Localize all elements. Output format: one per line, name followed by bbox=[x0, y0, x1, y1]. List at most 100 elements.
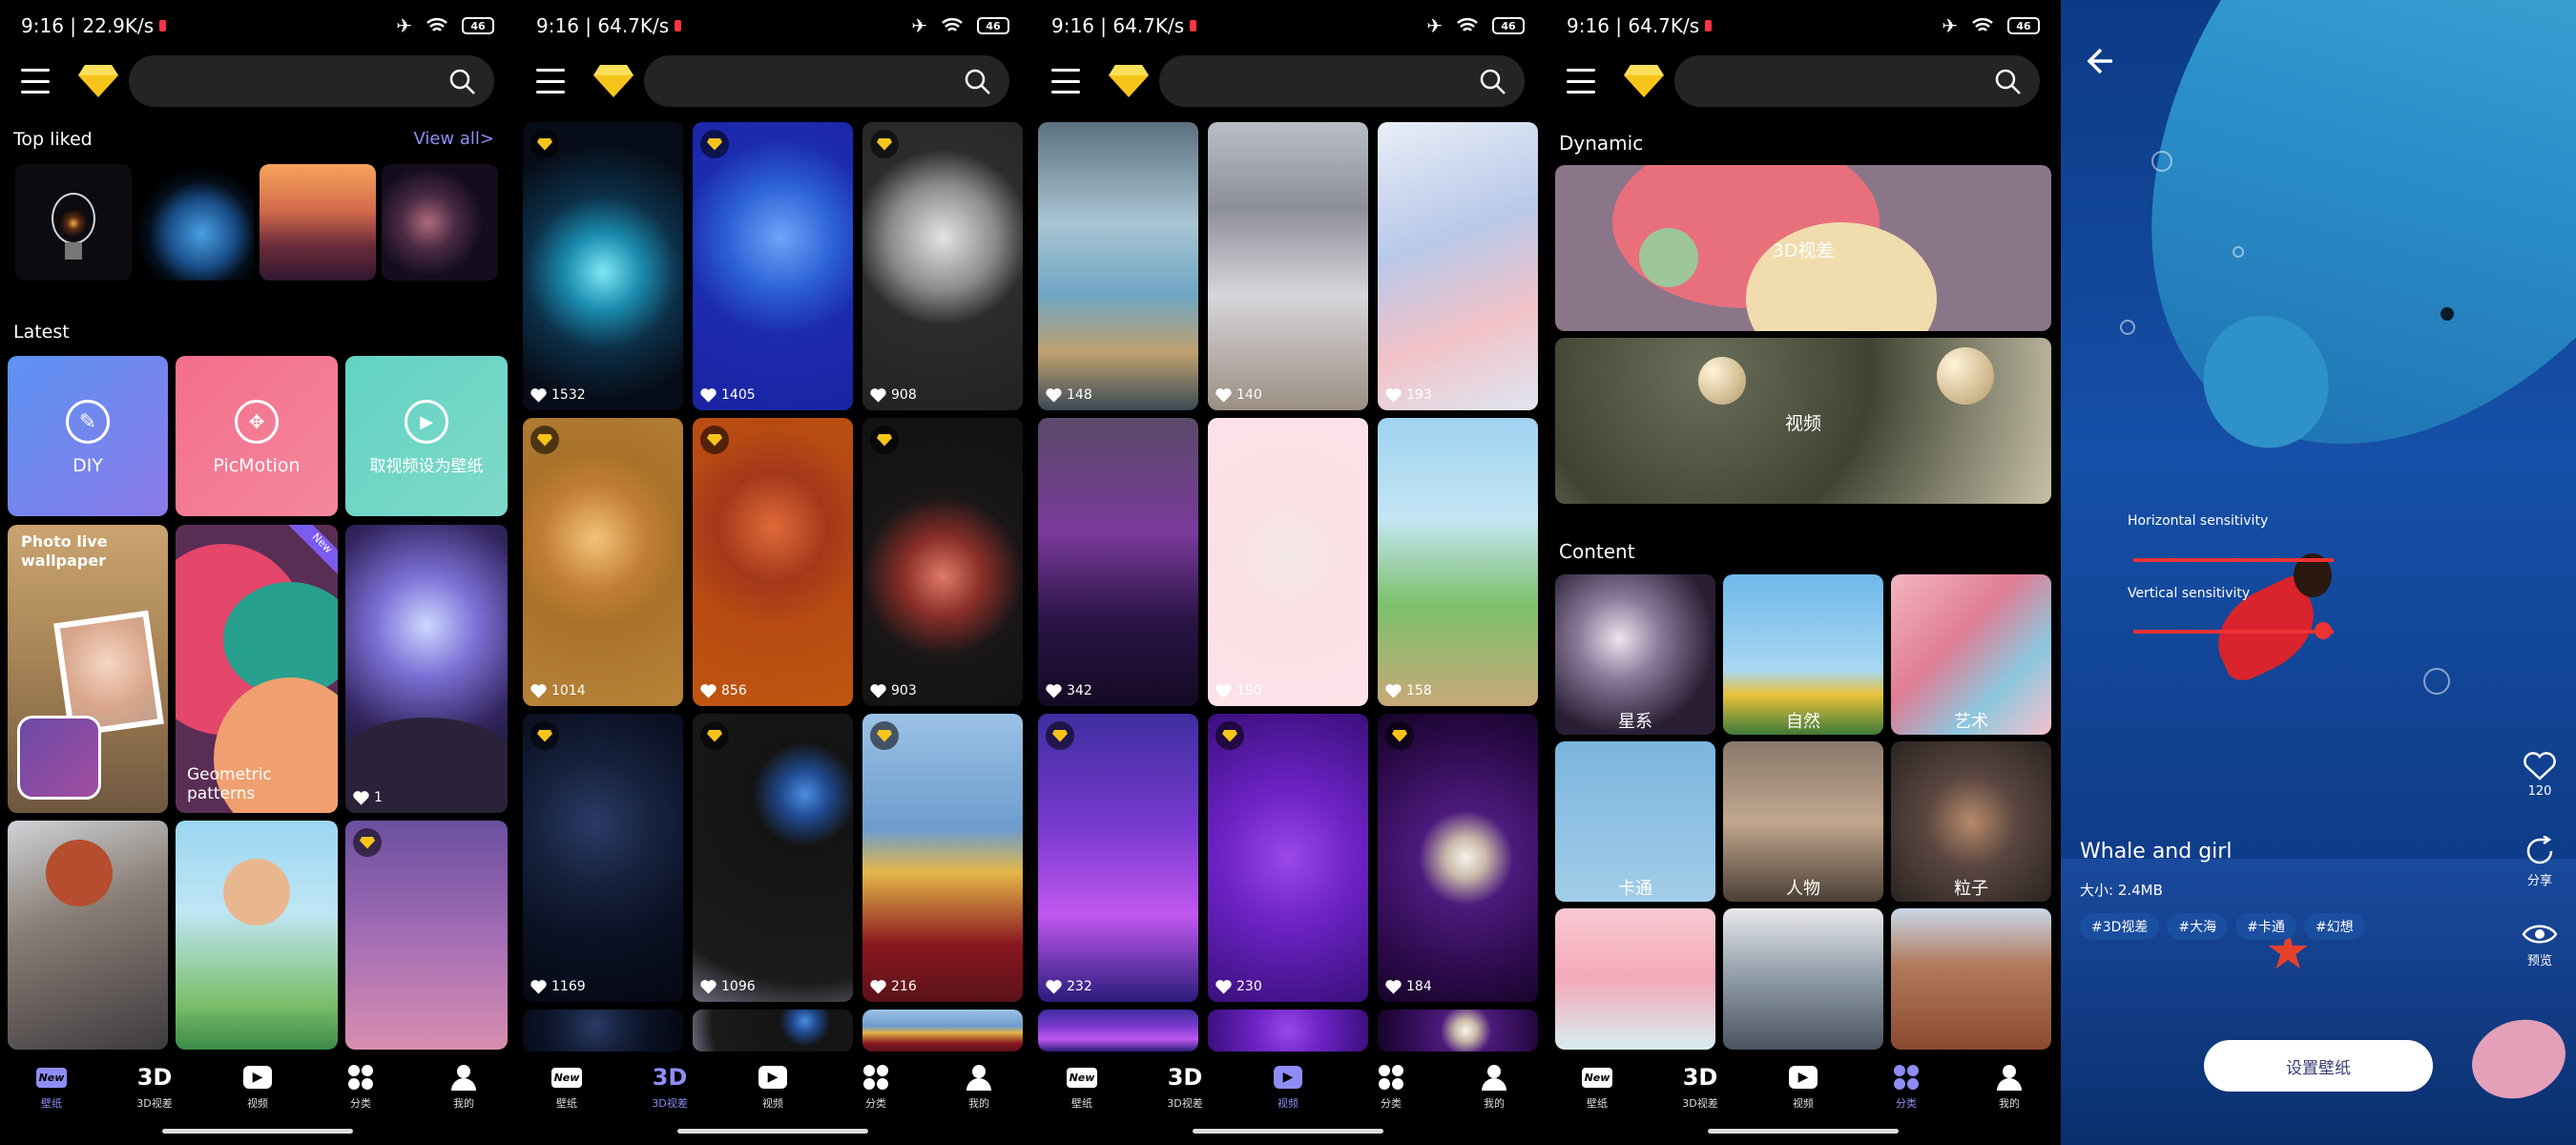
video-wallpaper-tile[interactable] bbox=[1038, 1010, 1198, 1051]
3d-wallpaper-tile[interactable] bbox=[693, 1010, 853, 1051]
warrior-tile[interactable] bbox=[8, 821, 168, 1050]
back-arrow-icon[interactable] bbox=[2082, 44, 2116, 78]
top-liked-planet[interactable] bbox=[382, 164, 498, 281]
search-bar[interactable] bbox=[1674, 55, 2040, 107]
tab-wallpaper[interactable]: New 壁纸 bbox=[1030, 1054, 1133, 1121]
purple-sky-tile[interactable] bbox=[345, 821, 508, 1050]
parallax-banner[interactable]: 3D视差 bbox=[1555, 165, 2051, 331]
tab-me[interactable]: 我的 bbox=[412, 1054, 515, 1121]
video-wallpaper-tile[interactable]: 140 bbox=[1208, 122, 1368, 410]
video-wallpaper-tile[interactable] bbox=[1378, 1010, 1538, 1051]
3d-wallpaper-tile[interactable] bbox=[862, 1010, 1023, 1051]
tag-chip[interactable]: #3D视差 bbox=[2080, 913, 2160, 940]
tab-category[interactable]: 分类 bbox=[309, 1054, 412, 1121]
video-banner[interactable]: 视频 bbox=[1555, 338, 2051, 504]
tab-video[interactable]: ▶ 视频 bbox=[721, 1054, 824, 1121]
search-icon[interactable] bbox=[448, 68, 477, 96]
tab-wallpaper[interactable]: New 壁纸 bbox=[0, 1054, 103, 1121]
tab-3d[interactable]: 3D 3D视差 bbox=[1133, 1054, 1236, 1121]
category-tile[interactable]: 人物 bbox=[1723, 741, 1883, 902]
category-tile[interactable]: 星系 bbox=[1555, 574, 1715, 735]
photo-live-tile[interactable]: Photo live wallpaper bbox=[8, 525, 168, 813]
diy-tile[interactable]: ✎ DIY bbox=[8, 356, 168, 516]
top-liked-bulb[interactable] bbox=[15, 164, 132, 281]
category-tile[interactable] bbox=[1555, 908, 1715, 1050]
category-tile[interactable]: 艺术 bbox=[1891, 574, 2051, 735]
geometric-patterns-tile[interactable]: New Geometric patterns bbox=[176, 525, 338, 813]
video-wallpaper-tile[interactable]: 342 bbox=[1038, 418, 1198, 706]
search-bar[interactable] bbox=[129, 55, 494, 107]
tab-wallpaper[interactable]: New 壁纸 bbox=[1546, 1054, 1649, 1121]
tab-wallpaper[interactable]: New 壁纸 bbox=[515, 1054, 618, 1121]
search-icon[interactable] bbox=[964, 68, 992, 96]
3d-wallpaper-tile[interactable]: 1532 bbox=[523, 122, 683, 410]
galaxy-tile[interactable]: 1 bbox=[345, 525, 508, 813]
premium-gem-icon[interactable] bbox=[593, 65, 634, 97]
tab-video[interactable]: ▶ 视频 bbox=[206, 1054, 309, 1121]
tab-3d[interactable]: 3D 3D视差 bbox=[1649, 1054, 1752, 1121]
girl-lotus-tile[interactable] bbox=[176, 821, 338, 1050]
video-wallpaper-tile[interactable]: 230 bbox=[1208, 714, 1368, 1002]
tab-category[interactable]: 分类 bbox=[1340, 1054, 1443, 1121]
airplane-icon: ✈ bbox=[1942, 14, 1958, 37]
3d-wallpaper-tile[interactable]: 856 bbox=[693, 418, 853, 706]
top-liked-sunset[interactable] bbox=[260, 164, 376, 281]
video-wallpaper-tile[interactable]: 232 bbox=[1038, 714, 1198, 1002]
category-tile[interactable]: 粒子 bbox=[1891, 741, 2051, 902]
menu-icon[interactable] bbox=[1051, 69, 1080, 94]
set-wallpaper-button[interactable]: 设置壁纸 bbox=[2204, 1040, 2433, 1092]
category-tile[interactable]: 卡通 bbox=[1555, 741, 1715, 902]
tag-chip[interactable]: #大海 bbox=[2167, 913, 2229, 940]
vertical-sensitivity-slider[interactable] bbox=[2133, 630, 2334, 634]
3d-wallpaper-tile[interactable]: 903 bbox=[862, 418, 1023, 706]
menu-icon[interactable] bbox=[21, 69, 50, 94]
3d-wallpaper-tile[interactable]: 908 bbox=[862, 122, 1023, 410]
video-wallpaper-tile[interactable]: 193 bbox=[1378, 122, 1538, 410]
premium-gem-icon[interactable] bbox=[1624, 65, 1664, 97]
tab-3d[interactable]: 3D 3D视差 bbox=[618, 1054, 721, 1121]
video-wallpaper-tile[interactable]: 148 bbox=[1038, 122, 1198, 410]
3d-wallpaper-tile[interactable]: 1096 bbox=[693, 714, 853, 1002]
heart-icon bbox=[1385, 684, 1402, 698]
premium-gem-icon[interactable] bbox=[78, 65, 118, 97]
top-liked-earth[interactable] bbox=[137, 164, 254, 281]
tab-video[interactable]: ▶ 视频 bbox=[1752, 1054, 1855, 1121]
tab-me[interactable]: 我的 bbox=[1958, 1054, 2061, 1121]
menu-icon[interactable] bbox=[1567, 69, 1595, 94]
search-icon[interactable] bbox=[1479, 68, 1507, 96]
search-bar[interactable] bbox=[1159, 55, 1525, 107]
horizontal-sensitivity-slider[interactable] bbox=[2133, 558, 2334, 562]
tag-chip[interactable]: #卡通 bbox=[2235, 913, 2296, 940]
3d-wallpaper-tile[interactable]: 1014 bbox=[523, 418, 683, 706]
category-tile[interactable] bbox=[1891, 908, 2051, 1050]
share-button[interactable]: 分享 bbox=[2519, 834, 2561, 888]
3d-wallpaper-tile[interactable]: 216 bbox=[862, 714, 1023, 1002]
like-button[interactable]: 120 bbox=[2519, 752, 2561, 799]
tab-video[interactable]: ▶ 视频 bbox=[1236, 1054, 1340, 1121]
search-bar[interactable] bbox=[644, 55, 1009, 107]
3d-wallpaper-tile[interactable]: 1405 bbox=[693, 122, 853, 410]
preview-button[interactable]: 预览 bbox=[2519, 922, 2561, 968]
menu-icon[interactable] bbox=[536, 69, 565, 94]
3d-wallpaper-tile[interactable] bbox=[523, 1010, 683, 1051]
video-wallpaper-tile[interactable]: 184 bbox=[1378, 714, 1538, 1002]
video-wallpaper-tile[interactable]: ▶ 取视频设为壁纸 bbox=[345, 356, 508, 516]
heart-icon bbox=[530, 684, 547, 698]
search-icon[interactable] bbox=[1994, 68, 2023, 96]
video-wallpaper-tile[interactable]: 190 bbox=[1208, 418, 1368, 706]
video-wallpaper-tile[interactable] bbox=[1208, 1010, 1368, 1051]
tab-category[interactable]: 分类 bbox=[1855, 1054, 1958, 1121]
tab-3d[interactable]: 3D 3D视差 bbox=[103, 1054, 206, 1121]
view-all-link[interactable]: View all> bbox=[413, 129, 494, 149]
premium-gem-icon[interactable] bbox=[1109, 65, 1149, 97]
tag-chip[interactable]: #幻想 bbox=[2303, 913, 2365, 940]
picmotion-tile[interactable]: ✥ PicMotion bbox=[176, 356, 338, 516]
3d-wallpaper-tile[interactable]: 1169 bbox=[523, 714, 683, 1002]
video-wallpaper-tile[interactable]: 158 bbox=[1378, 418, 1538, 706]
category-tile[interactable]: 自然 bbox=[1723, 574, 1883, 735]
tab-me[interactable]: 我的 bbox=[927, 1054, 1030, 1121]
slider-thumb[interactable] bbox=[2315, 622, 2332, 639]
category-tile[interactable] bbox=[1723, 908, 1883, 1050]
tab-category[interactable]: 分类 bbox=[824, 1054, 927, 1121]
tab-me[interactable]: 我的 bbox=[1443, 1054, 1546, 1121]
